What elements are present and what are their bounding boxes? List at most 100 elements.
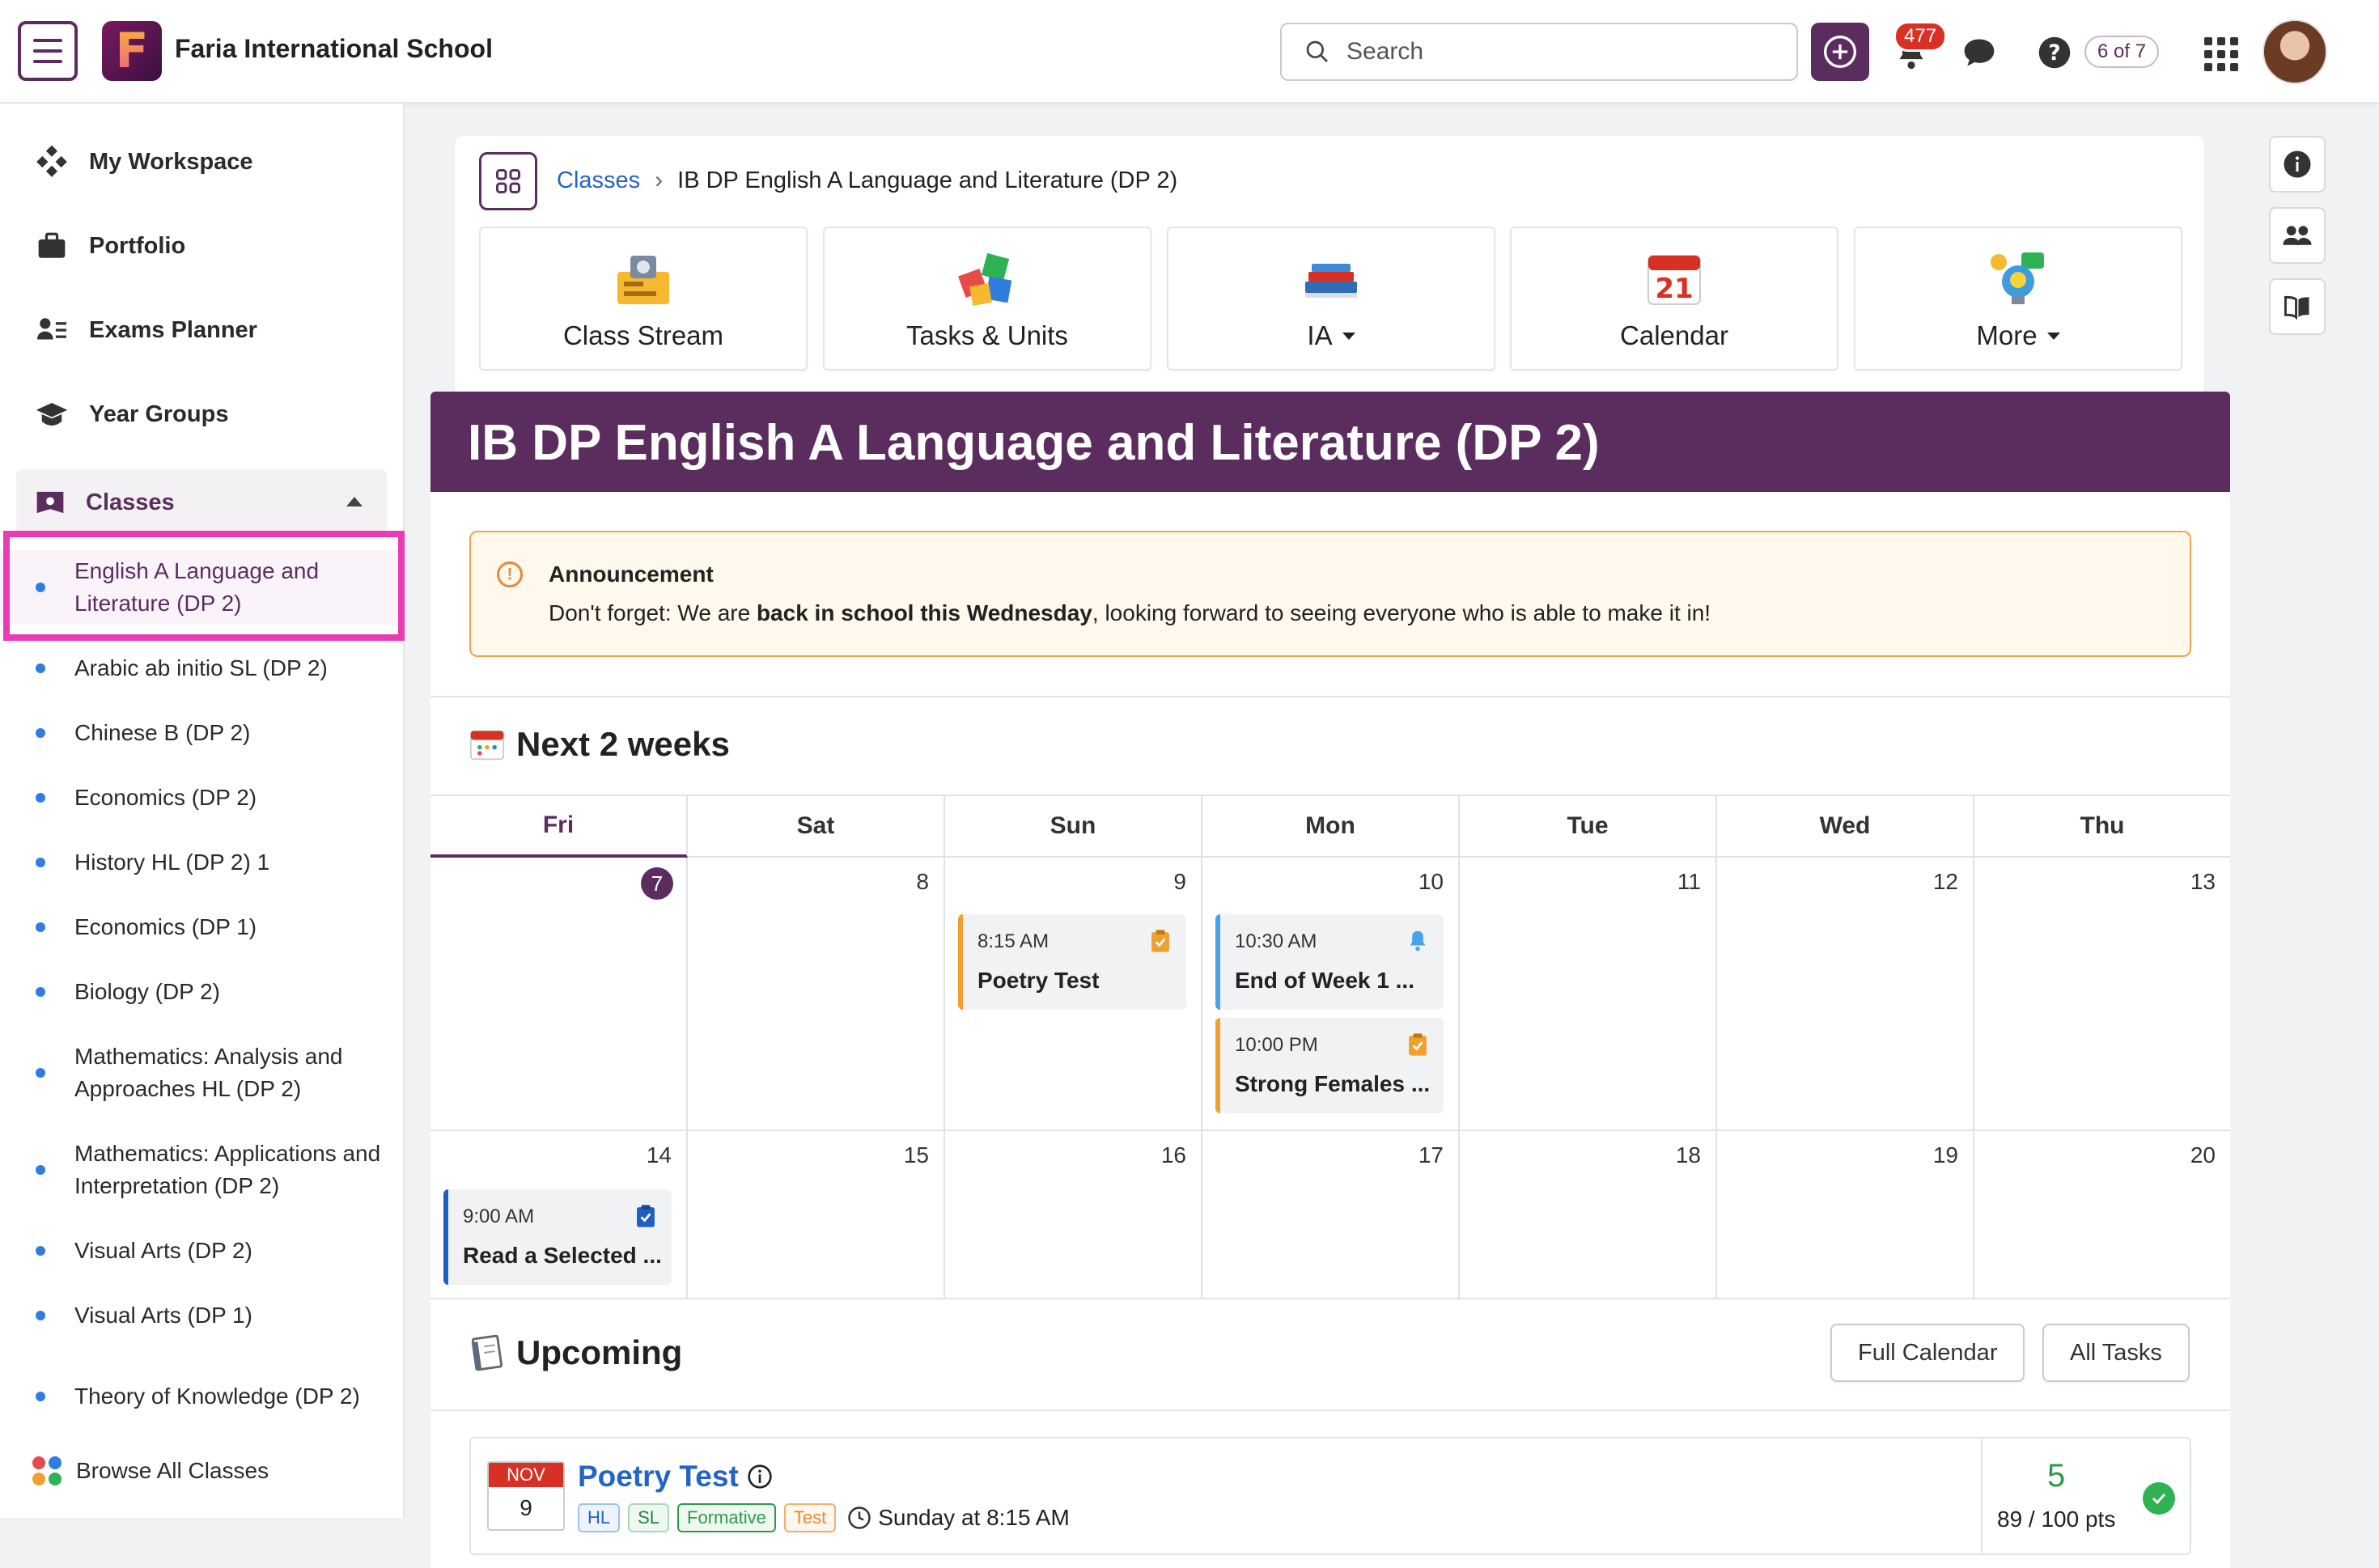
highlight-annotation — [3, 531, 405, 641]
create-button[interactable] — [1811, 23, 1869, 81]
tile-ia[interactable]: IA — [1167, 227, 1495, 371]
task-title-link[interactable]: Poetry Test — [578, 1460, 773, 1494]
full-calendar-button[interactable]: Full Calendar — [1830, 1324, 2025, 1382]
class-label: History HL (DP 2) 1 — [74, 850, 270, 875]
class-grid-button[interactable] — [479, 152, 537, 210]
calendar-icon: 21 — [1647, 255, 1701, 305]
calendar-event-poetry-test[interactable]: 8:15 AM Poetry Test — [958, 914, 1186, 1010]
grid-icon — [496, 169, 520, 193]
calendar-event-strong-females[interactable]: 10:00 PM Strong Females ... — [1215, 1018, 1444, 1113]
tag-test: Test — [783, 1503, 837, 1532]
browse-all-classes-link[interactable]: Browse All Classes — [32, 1456, 269, 1485]
calendar-day-cell[interactable]: 17 — [1202, 1131, 1460, 1299]
calendar-day-cell[interactable]: 11 — [1460, 858, 1717, 1131]
class-label: Arabic ab initio SL (DP 2) — [74, 655, 328, 680]
date-chip: NOV 9 — [487, 1461, 565, 1531]
tile-calendar[interactable]: 21 Calendar — [1510, 227, 1838, 371]
sidebar-class-item[interactable]: Arabic ab initio SL (DP 2) — [0, 652, 405, 684]
calendar-event-read-selected[interactable]: 9:00 AM Read a Selected ... — [443, 1189, 672, 1285]
sidebar-classes-toggle[interactable]: Classes — [16, 469, 387, 536]
warning-icon: ! — [497, 562, 523, 587]
date-number: 15 — [903, 1142, 929, 1168]
today-date: 7 — [641, 867, 673, 900]
section-title: Next 2 weeks — [516, 725, 730, 763]
calendar-day-cell[interactable]: 7 — [430, 858, 688, 1131]
bullet-dot-icon — [36, 922, 45, 932]
browse-all-label: Browse All Classes — [76, 1458, 269, 1483]
points-value: 89 / 100 pts — [1997, 1507, 2116, 1532]
tile-class-stream[interactable]: Class Stream — [479, 227, 808, 371]
info-rail-button[interactable] — [2269, 136, 2326, 193]
date-number: 14 — [646, 1142, 672, 1168]
school-name[interactable]: Faria International School — [175, 34, 493, 64]
svg-text:?: ? — [2048, 41, 2060, 66]
sidebar-class-item[interactable]: Visual Arts (DP 2) — [0, 1235, 405, 1267]
calendar-day-cell[interactable]: 10 10:30 AM End of Week 1 ... 10:00 PM S… — [1202, 858, 1460, 1131]
hamburger-menu-button[interactable] — [18, 21, 78, 81]
sidebar-class-item[interactable]: History HL (DP 2) 1 — [0, 846, 405, 879]
sidebar-class-item[interactable]: Mathematics: Analysis and Approaches HL … — [0, 1040, 405, 1105]
all-tasks-button[interactable]: All Tasks — [2042, 1324, 2190, 1382]
day-header-mon: Mon — [1202, 796, 1460, 858]
sidebar-class-item[interactable]: Chinese B (DP 2) — [0, 717, 405, 749]
pager-badge[interactable]: 6 of 7 — [2084, 36, 2160, 68]
sidebar-class-item[interactable]: Biology (DP 2) — [0, 976, 405, 1008]
breadcrumb-classes-link[interactable]: Classes — [557, 167, 640, 194]
colored-dots-icon — [32, 1456, 61, 1485]
bullet-dot-icon — [36, 793, 45, 803]
members-rail-button[interactable] — [2269, 207, 2326, 264]
resources-rail-button[interactable] — [2269, 278, 2326, 335]
help-icon[interactable]: ? — [2038, 36, 2072, 70]
bullet-dot-icon — [36, 1311, 45, 1320]
people-icon — [2283, 226, 2312, 245]
calendar-day-cell[interactable]: 20 — [1974, 1131, 2230, 1299]
calendar-day-cell[interactable]: 14 9:00 AM Read a Selected ... — [430, 1131, 688, 1299]
calendar-day-cell[interactable]: 18 — [1460, 1131, 1717, 1299]
workspace-icon — [36, 146, 67, 177]
event-name: End of Week 1 ... — [1235, 968, 1414, 993]
calendar-day-cell[interactable]: 16 — [945, 1131, 1202, 1299]
event-name: Poetry Test — [977, 968, 1100, 993]
checkmark-icon — [2143, 1482, 2175, 1515]
sidebar-class-item[interactable]: Visual Arts (DP 1) — [0, 1299, 405, 1332]
clipboard-icon — [637, 1205, 655, 1227]
user-avatar[interactable] — [2262, 19, 2327, 84]
search-input[interactable] — [1346, 38, 1751, 66]
calendar-day-cell[interactable]: 15 — [688, 1131, 945, 1299]
tile-label: Calendar — [1620, 320, 1728, 350]
sidebar-class-item[interactable]: Theory of Knowledge (DP 2) — [0, 1364, 405, 1429]
class-label: Economics (DP 2) — [74, 785, 257, 810]
puzzle-icon — [958, 252, 1012, 306]
sidebar-class-item[interactable]: Economics (DP 2) — [0, 782, 405, 814]
sidebar-item-my-workspace[interactable]: My Workspace — [0, 129, 405, 194]
class-label: Economics (DP 1) — [74, 914, 257, 939]
calendar-day-cell[interactable]: 9 8:15 AM Poetry Test — [945, 858, 1202, 1131]
sidebar-item-portfolio[interactable]: Portfolio — [0, 214, 405, 278]
tile-tasks-units[interactable]: Tasks & Units — [823, 227, 1151, 371]
upcoming-task-card[interactable]: NOV 9 Poetry Test HL SL Formative Test S… — [469, 1437, 2191, 1555]
date-number: 17 — [1418, 1142, 1444, 1168]
date-chip-day: 9 — [519, 1495, 532, 1520]
section-title: Upcoming — [516, 1333, 683, 1371]
section-divider — [430, 1409, 2230, 1411]
search-box[interactable] — [1280, 23, 1798, 81]
sidebar-class-item[interactable]: Economics (DP 1) — [0, 911, 405, 943]
event-name: Read a Selected ... — [463, 1243, 662, 1268]
class-label: Chinese B (DP 2) — [74, 720, 251, 745]
calendar-day-cell[interactable]: 13 — [1974, 858, 2230, 1131]
apps-grid-icon[interactable] — [2204, 37, 2238, 71]
day-header-fri: Fri — [430, 796, 688, 858]
calendar-day-cell[interactable]: 12 — [1717, 858, 1974, 1131]
tile-more[interactable]: More — [1854, 227, 2182, 371]
info-circle-icon[interactable] — [747, 1464, 773, 1490]
calendar-day-cell[interactable]: 19 — [1717, 1131, 1974, 1299]
sidebar-item-exams-planner[interactable]: Exams Planner — [0, 298, 405, 362]
school-logo[interactable]: F — [102, 21, 162, 81]
calendar-event-end-of-week[interactable]: 10:30 AM End of Week 1 ... — [1215, 914, 1444, 1010]
notification-count-badge: 477 — [1893, 21, 1948, 52]
calendar-day-cell[interactable]: 8 — [688, 858, 945, 1131]
task-score: 5 89 / 100 pts — [1981, 1439, 2191, 1553]
chat-icon[interactable] — [1961, 36, 1997, 70]
sidebar-item-year-groups[interactable]: Year Groups — [0, 382, 405, 447]
sidebar-class-item[interactable]: Mathematics: Applications and Interpreta… — [0, 1138, 405, 1202]
